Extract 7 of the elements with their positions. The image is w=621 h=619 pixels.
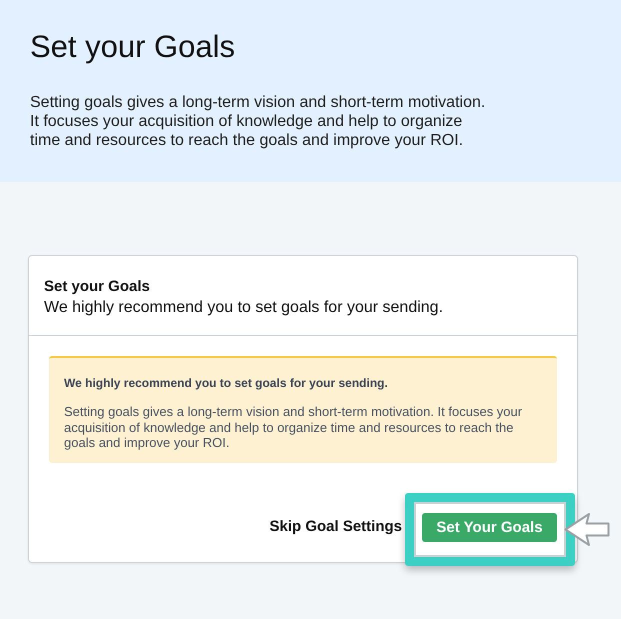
skip-goal-settings-link[interactable]: Skip Goal Settings xyxy=(269,517,402,537)
card-title: Set your Goals xyxy=(44,277,151,297)
card-subtitle: We highly recommend you to set goals for your sending. xyxy=(44,298,444,318)
page-description: Setting goals gives a long-term vision and short-term motivation. It focuses your acquisition of knowledge and help to organize time and resources to reach the goals and improve your ROI. xyxy=(30,93,486,150)
page-title: Set your Goals xyxy=(30,28,236,66)
alert-text: Setting goals gives a long-term vision and short-term motivation. It focuses your acquisition of knowledge and help to organize time and resources to reach the goals and improve your ROI. xyxy=(64,404,524,450)
alert-heading: We highly recommend you to set goals for your sending. xyxy=(64,375,389,391)
